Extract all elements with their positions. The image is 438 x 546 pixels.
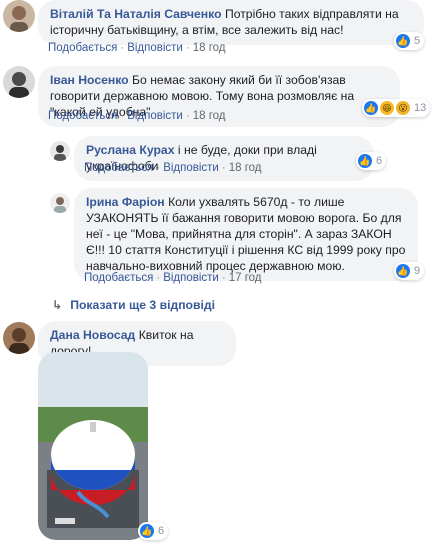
like-button[interactable]: Подобається: [84, 162, 153, 174]
comment-author[interactable]: Ірина Фаріон: [86, 195, 165, 209]
reply-button[interactable]: Відповісти: [127, 110, 183, 122]
avatar[interactable]: [50, 193, 70, 213]
reaction-summary[interactable]: 👍 6: [138, 522, 169, 540]
like-button[interactable]: Подобається: [84, 272, 153, 284]
show-more-replies[interactable]: ↳ Показати ще 3 відповіді: [52, 298, 215, 312]
reaction-count: 6: [158, 525, 165, 537]
wow-icon: 😮: [396, 101, 410, 115]
comment-actions: Подобається · Відповісти · 18 год: [48, 110, 226, 122]
avatar[interactable]: [3, 0, 35, 32]
reaction-count: 13: [414, 102, 427, 114]
comment-time[interactable]: 18 год: [193, 42, 226, 54]
reply-arrow-icon: ↳: [52, 298, 63, 312]
reaction-summary[interactable]: 👍 😆 😮 13: [362, 99, 431, 117]
like-button[interactable]: Подобається: [48, 42, 117, 54]
like-icon: 👍: [358, 154, 372, 168]
haha-icon: 😆: [380, 101, 394, 115]
comment-author[interactable]: Руслана Курах: [86, 143, 174, 157]
comment-bubble: Ірина Фаріон Коли ухвалять 5670д - то ли…: [74, 188, 418, 281]
reaction-count: 6: [376, 155, 383, 167]
comment-author[interactable]: Віталій Та Наталія Савченко: [50, 7, 222, 21]
reply-button[interactable]: Відповісти: [163, 272, 219, 284]
avatar[interactable]: [3, 66, 35, 98]
comment-time[interactable]: 17 год: [229, 272, 262, 284]
comment-actions: Подобається · Відповісти · 18 год: [84, 162, 262, 174]
like-icon: 👍: [396, 34, 410, 48]
like-icon: 👍: [364, 101, 378, 115]
reaction-count: 9: [414, 265, 421, 277]
comment-author[interactable]: Дана Новосад: [50, 328, 135, 342]
avatar[interactable]: [50, 141, 70, 161]
reaction-summary[interactable]: 👍 5: [394, 32, 425, 50]
like-button[interactable]: Подобається: [48, 110, 117, 122]
reply-button[interactable]: Відповісти: [127, 42, 183, 54]
comment-actions: Подобається · Відповісти · 18 год: [48, 42, 226, 54]
avatar[interactable]: [3, 322, 35, 354]
like-icon: 👍: [140, 524, 154, 538]
reaction-count: 5: [414, 35, 421, 47]
like-icon: 👍: [396, 264, 410, 278]
comment-bubble: Руслана Курах і не буде, доки при владі …: [74, 136, 374, 181]
comment-time[interactable]: 18 год: [193, 110, 226, 122]
comment-author[interactable]: Іван Носенко: [50, 73, 129, 87]
comment-bubble: Віталій Та Наталія Савченко Потрібно так…: [38, 0, 424, 45]
show-more-label: Показати ще 3 відповіді: [70, 298, 216, 312]
reaction-summary[interactable]: 👍 6: [356, 152, 387, 170]
reply-button[interactable]: Відповісти: [163, 162, 219, 174]
comment-actions: Подобається · Відповісти · 17 год: [84, 272, 262, 284]
reaction-summary[interactable]: 👍 9: [394, 262, 425, 280]
comment-photo[interactable]: [38, 352, 148, 540]
comment-time[interactable]: 18 год: [229, 162, 262, 174]
